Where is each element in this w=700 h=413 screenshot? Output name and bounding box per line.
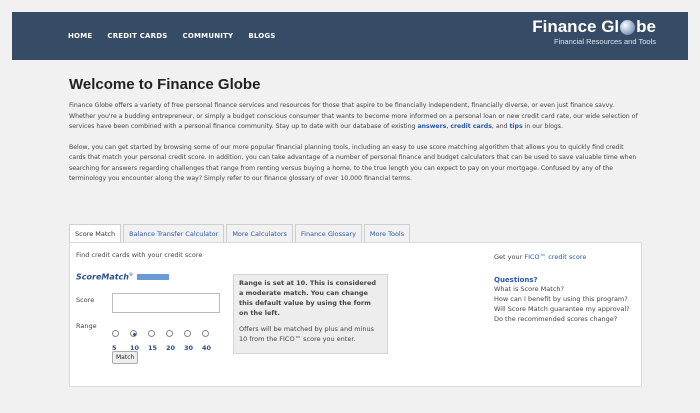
range-option-5[interactable]: 5 bbox=[112, 322, 130, 352]
scorematch-logo: ScoreMatch® bbox=[76, 272, 133, 282]
range-option-40[interactable]: 40 bbox=[202, 322, 220, 352]
fico-score-link[interactable]: FICO™ credit score bbox=[524, 253, 586, 261]
intro-paragraph: Finance Globe offers a variety of free p… bbox=[69, 101, 641, 133]
range-option-15[interactable]: 15 bbox=[148, 322, 166, 352]
main-nav: HOME CREDIT CARDS COMMUNITY BLOGS bbox=[68, 32, 276, 40]
score-match-panel: Find credit cards with your credit score… bbox=[69, 242, 642, 387]
globe-icon bbox=[620, 19, 636, 35]
scorematch-logo-text: ScoreMatch bbox=[76, 272, 129, 282]
questions-title: Questions? bbox=[494, 276, 538, 284]
range-info-strong: Range is set at 10. This is considered a… bbox=[239, 279, 377, 317]
logo-title-right: be bbox=[636, 17, 656, 36]
credit-cards-link[interactable]: credit cards bbox=[450, 123, 492, 130]
nav-credit-cards[interactable]: CREDIT CARDS bbox=[107, 32, 167, 40]
logo-title: Finance Gl be bbox=[532, 18, 656, 36]
question-link-guarantee[interactable]: Will Score Match guarantee my approval? bbox=[494, 304, 639, 314]
range-radio-group: 5 10 15 20 30 40 bbox=[112, 322, 220, 352]
question-link-benefit[interactable]: How can I benefit by using this program? bbox=[494, 294, 639, 304]
radio-5[interactable] bbox=[112, 330, 119, 337]
tab-balance-transfer-calculator[interactable]: Balance Transfer Calculator bbox=[123, 224, 225, 242]
range-info-box: Range is set at 10. This is considered a… bbox=[233, 274, 388, 354]
question-link-scores-change[interactable]: Do the recommended scores change? bbox=[494, 314, 639, 324]
range-option-label: 40 bbox=[202, 344, 212, 352]
radio-30[interactable] bbox=[184, 330, 191, 337]
radio-20[interactable] bbox=[166, 330, 173, 337]
tab-finance-glossary[interactable]: Finance Glossary bbox=[294, 224, 362, 242]
panel-intro: Find credit cards with your credit score bbox=[76, 251, 203, 259]
range-info-note: Offers will be matched by plus and minus… bbox=[239, 325, 375, 343]
tab-more-calculators[interactable]: More Calculators bbox=[226, 224, 293, 242]
range-option-10[interactable]: 10 bbox=[130, 322, 148, 352]
radio-40[interactable] bbox=[202, 330, 209, 337]
range-option-30[interactable]: 30 bbox=[184, 322, 202, 352]
separator-2: , and bbox=[491, 123, 510, 130]
fico-line: Get your FICO™ credit score bbox=[494, 253, 639, 261]
radio-10[interactable] bbox=[130, 330, 137, 337]
range-option-label: 30 bbox=[184, 344, 194, 352]
logo-subtitle: Financial Resources and Tools bbox=[553, 37, 656, 46]
logo-title-left: Finance Gl bbox=[532, 17, 620, 36]
page-title: Welcome to Finance Globe bbox=[69, 76, 261, 93]
fico-prefix: Get your bbox=[494, 253, 525, 261]
nav-community[interactable]: COMMUNITY bbox=[183, 32, 234, 40]
help-column: Get your FICO™ credit score Questions? W… bbox=[494, 253, 639, 324]
question-link-what-is[interactable]: What is Score Match? bbox=[494, 284, 639, 294]
score-label: Score bbox=[76, 296, 95, 304]
match-button[interactable]: Match bbox=[112, 351, 139, 364]
radio-15[interactable] bbox=[148, 330, 155, 337]
site-header: HOME CREDIT CARDS COMMUNITY BLOGS Financ… bbox=[12, 12, 688, 60]
tips-link[interactable]: tips bbox=[509, 123, 522, 130]
range-label: Range bbox=[76, 322, 97, 330]
site-logo[interactable]: Finance Gl be Financial Resources and To… bbox=[532, 18, 656, 47]
scorematch-bar-icon bbox=[137, 274, 169, 280]
tools-paragraph: Below, you can get started by browsing s… bbox=[69, 143, 637, 183]
range-option-label: 20 bbox=[166, 344, 176, 352]
nav-blogs[interactable]: BLOGS bbox=[248, 32, 275, 40]
tool-tabs: Score Match Balance Transfer Calculator … bbox=[69, 224, 412, 243]
intro-text-end: in our blogs. bbox=[522, 123, 563, 130]
score-input[interactable] bbox=[112, 293, 220, 313]
range-option-20[interactable]: 20 bbox=[166, 322, 184, 352]
main-content: Welcome to Finance Globe Finance Globe o… bbox=[69, 76, 641, 195]
tab-more-tools[interactable]: More Tools bbox=[363, 224, 411, 242]
answers-link[interactable]: answers bbox=[417, 123, 446, 130]
range-option-label: 15 bbox=[148, 344, 158, 352]
tab-score-match[interactable]: Score Match bbox=[69, 224, 122, 243]
nav-home[interactable]: HOME bbox=[68, 32, 92, 40]
